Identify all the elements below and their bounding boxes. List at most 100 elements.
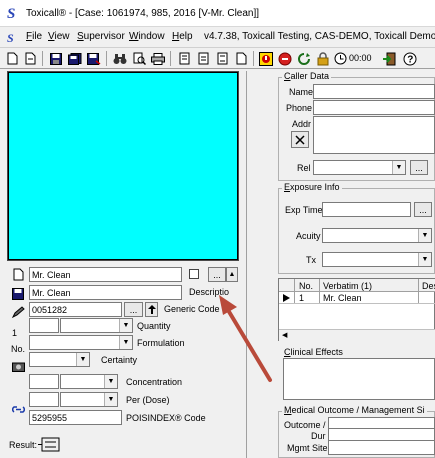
horizontal-scrollbar[interactable]: ◀ — [279, 329, 435, 341]
refresh-icon[interactable] — [295, 50, 313, 67]
exp-time-browse-button[interactable]: ... — [414, 202, 432, 217]
save-substance-icon[interactable] — [10, 286, 26, 301]
concentration-value-field[interactable] — [29, 374, 59, 389]
per-dose-label: Per (Dose) — [126, 395, 170, 405]
number-label: No. — [11, 344, 26, 354]
save-icon[interactable] — [47, 50, 65, 67]
edit-substance-icon[interactable] — [10, 305, 26, 320]
dose-unit-combo[interactable]: ▼ — [60, 392, 118, 407]
document-icon[interactable] — [232, 50, 250, 67]
caller-rel-browse-button[interactable]: ... — [410, 160, 428, 175]
chevron-down-icon[interactable]: ▼ — [418, 229, 431, 242]
poisindex-code-label: POISINDEX® Code — [126, 413, 206, 423]
annotation-arrow-icon — [219, 295, 272, 382]
description-checkbox[interactable] — [189, 269, 199, 279]
caller-phone-label: Phone — [286, 103, 313, 113]
clear-address-button[interactable] — [291, 131, 309, 148]
tx-combo[interactable]: ▼ — [322, 252, 432, 267]
menu-window[interactable]: Window — [129, 31, 165, 42]
result-label: Result: — [9, 440, 38, 450]
chevron-down-icon[interactable]: ▼ — [104, 393, 117, 406]
new-substance-icon[interactable] — [10, 267, 26, 282]
camera-icon[interactable] — [10, 359, 26, 374]
menu-supervisor[interactable]: Supervisor — [77, 31, 125, 42]
help-icon[interactable]: ? — [401, 50, 419, 67]
binoculars-icon[interactable] — [111, 50, 129, 67]
new-document-2-icon[interactable] — [21, 50, 39, 67]
product-name-field[interactable]: Mr. Clean — [29, 285, 182, 300]
clinical-effects-list[interactable] — [283, 358, 435, 400]
formulation-combo[interactable]: ▼ — [29, 335, 133, 350]
concentration-unit-combo[interactable]: ▼ — [60, 374, 118, 389]
menu-file[interactable]: File — [26, 31, 42, 42]
svg-text:S: S — [7, 31, 14, 44]
quantity-count-value: 1 — [12, 328, 18, 338]
exit-icon[interactable] — [380, 50, 398, 67]
row-verbatim: Mr. Clean — [323, 293, 362, 303]
panel-gutter — [248, 71, 272, 458]
grid-column-no[interactable]: No. — [299, 281, 313, 291]
caller-data-title: Caller Data — [282, 71, 332, 81]
svg-text:S: S — [7, 6, 15, 21]
description-browse-button[interactable]: ... — [208, 267, 226, 282]
report-2-icon[interactable] — [194, 50, 212, 67]
grid-column-description[interactable]: Des — [422, 281, 435, 291]
poisindex-code-field[interactable]: 5295955 — [29, 410, 122, 425]
toolbar-separator — [106, 51, 107, 66]
menu-help[interactable]: Help — [172, 31, 193, 42]
up-arrow-icon[interactable] — [145, 302, 158, 317]
report-3-icon[interactable] — [213, 50, 231, 67]
acuity-combo[interactable]: ▼ — [322, 228, 432, 243]
chevron-down-icon[interactable]: ▼ — [76, 353, 89, 366]
row-selector-icon — [283, 294, 290, 302]
caller-address-field[interactable] — [313, 116, 435, 154]
substances-grid[interactable]: No. Verbatim (1) Des 1 Mr. Clean ◀ — [278, 278, 435, 341]
code-field[interactable]: 0051282 — [29, 302, 122, 317]
menu-view[interactable]: View — [48, 31, 70, 42]
substance-name-field[interactable]: Mr. Clean — [29, 267, 182, 282]
quantity-label: Quantity — [137, 321, 171, 331]
chevron-down-icon[interactable]: ▼ — [392, 161, 405, 174]
report-icon[interactable] — [175, 50, 193, 67]
medical-outcome-title: Medical Outcome / Management Si — [282, 405, 427, 415]
mgmt-site-label: Mgmt Site — [287, 443, 328, 453]
exp-time-field[interactable] — [322, 202, 411, 217]
quantity-combo[interactable]: ▼ — [60, 318, 133, 333]
code-browse-button[interactable]: ... — [124, 302, 143, 317]
svg-text:?: ? — [407, 54, 413, 65]
grid-column-verbatim[interactable]: Verbatim (1) — [323, 281, 372, 291]
caller-name-label: Name — [289, 87, 314, 97]
scroll-up-button[interactable]: ▲ — [226, 267, 238, 282]
alert-icon[interactable] — [257, 50, 275, 67]
exposure-info-title: Exposure Info — [282, 182, 342, 192]
print-icon[interactable] — [149, 50, 167, 67]
quantity-unit-combo[interactable] — [29, 318, 59, 333]
toxicall-logo-icon: S — [7, 6, 15, 21]
save-all-icon[interactable] — [66, 50, 84, 67]
chevron-down-icon[interactable]: ▼ — [104, 375, 117, 388]
save-close-icon[interactable] — [85, 50, 103, 67]
table-row[interactable]: 1 Mr. Clean — [279, 292, 435, 304]
title-bar: S Toxicall® - [Case: 1061974, 985, 2016 … — [0, 0, 435, 27]
certainty-combo[interactable]: ▼ — [29, 352, 90, 367]
new-document-icon[interactable] — [3, 50, 21, 67]
certainty-label: Certainty — [101, 355, 138, 365]
chevron-down-icon[interactable]: ▼ — [418, 253, 431, 266]
tx-label: Tx — [306, 255, 316, 265]
caller-phone-field[interactable] — [313, 100, 435, 115]
chevron-down-icon[interactable]: ▼ — [119, 336, 132, 349]
dose-value-field[interactable] — [29, 392, 59, 407]
chevron-down-icon[interactable]: ▼ — [119, 319, 132, 332]
image-preview-area — [9, 73, 237, 259]
panel-splitter[interactable] — [246, 71, 247, 458]
print-preview-icon[interactable] — [130, 50, 148, 67]
caller-relationship-combo[interactable]: ▼ — [313, 160, 406, 175]
lock-icon[interactable] — [314, 50, 332, 67]
caller-name-field[interactable] — [313, 84, 435, 99]
stop-icon[interactable] — [276, 50, 294, 67]
link-icon[interactable] — [10, 402, 26, 417]
result-indicator-icon[interactable] — [38, 437, 60, 452]
scroll-left-icon[interactable]: ◀ — [282, 331, 287, 339]
mgmt-site-field[interactable] — [328, 440, 435, 455]
generic-code-label: Generic Code — [164, 304, 220, 314]
